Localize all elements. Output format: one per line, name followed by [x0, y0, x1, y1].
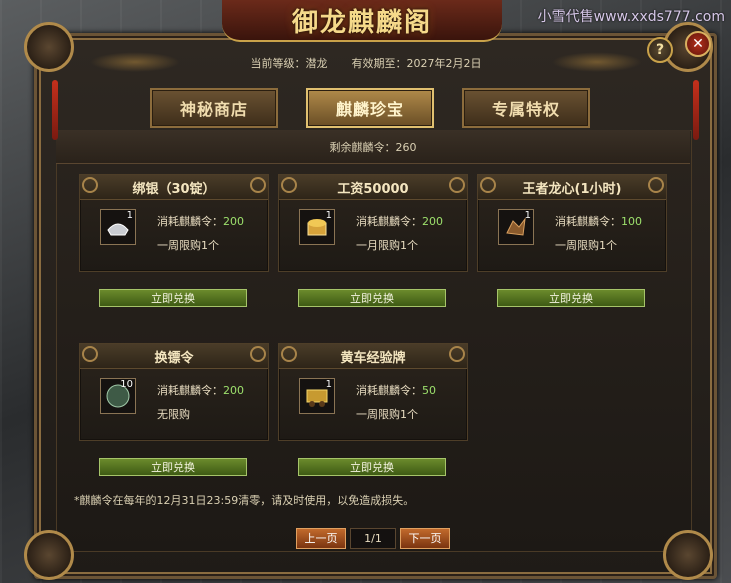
- cost-label: 消耗麒麟令：: [356, 384, 422, 397]
- page-indicator: 1/1: [350, 527, 396, 549]
- item-card: 工资50000 1 消耗麒麟令：200 一月限购1个: [278, 174, 468, 272]
- item-card: 换镖令 10 消耗麒麟令：200 无限购: [79, 343, 269, 441]
- item-limit: 一月限购1个: [356, 239, 418, 252]
- corner-ornament-bl: [24, 530, 74, 580]
- info-deco-right: [552, 52, 642, 72]
- item-cost: 消耗麒麟令：50: [356, 382, 436, 398]
- close-button[interactable]: ✕: [685, 31, 711, 57]
- item-name: 工资50000: [279, 175, 467, 200]
- item-name: 王者龙心(1小时): [478, 175, 666, 200]
- cost-value: 200: [422, 215, 443, 228]
- left-tassel: [52, 80, 58, 140]
- item-quantity: 1: [524, 210, 531, 221]
- item-name: 绑银（30锭）: [80, 175, 268, 200]
- exchange-button[interactable]: 立即兑换: [99, 289, 247, 307]
- dragon-heart-icon[interactable]: 1: [498, 209, 534, 245]
- cost-value: 200: [223, 384, 244, 397]
- corner-ornament-tl: [24, 22, 74, 72]
- escort-token-icon[interactable]: 10: [100, 378, 136, 414]
- tab-bar: 神秘商店 麒麟珍宝 专属特权: [150, 88, 600, 128]
- cost-value: 50: [422, 384, 436, 397]
- cost-value: 200: [223, 215, 244, 228]
- exchange-button[interactable]: 立即兑换: [497, 289, 645, 307]
- item-limit: 无限购: [157, 408, 190, 421]
- item-cost: 消耗麒麟令：200: [157, 382, 244, 398]
- window-title: 御龙麒麟阁: [222, 0, 502, 42]
- tab-mystery-shop[interactable]: 神秘商店: [150, 88, 278, 128]
- reset-notice: *麒麟令在每年的12月31日23:59清零，请及时使用，以免造成损失。: [74, 494, 415, 507]
- tab-exclusive-privilege[interactable]: 专属特权: [462, 88, 590, 128]
- tab-qilin-treasure[interactable]: 麒麟珍宝: [306, 88, 434, 128]
- item-card: 王者龙心(1小时) 1 消耗麒麟令：100 一周限购1个: [477, 174, 667, 272]
- item-card: 黄车经验牌 1 消耗麒麟令：50 一周限购1个: [278, 343, 468, 441]
- corner-ornament-br: [663, 530, 713, 580]
- item-quantity: 1: [126, 210, 133, 221]
- item-limit: 一周限购1个: [356, 408, 418, 421]
- expire-date-text: 有效期至：2027年2月2日: [351, 57, 482, 70]
- prev-page-button[interactable]: 上一页: [296, 527, 346, 549]
- gold-wage-icon[interactable]: 1: [299, 209, 335, 245]
- watermark-text: 小雪代售www.xxds777.com: [537, 9, 725, 25]
- item-quantity: 1: [325, 379, 332, 390]
- item-name: 换镖令: [80, 344, 268, 369]
- info-deco-left: [90, 52, 180, 72]
- info-bar: 当前等级：潜龙 有效期至：2027年2月2日: [60, 50, 672, 76]
- remaining-tokens: 剩余麒麟令：260: [56, 130, 690, 164]
- current-level-text: 当前等级：潜龙: [250, 57, 328, 70]
- item-cost: 消耗麒麟令：200: [157, 213, 244, 229]
- pagination: 上一页 1/1 下一页: [296, 527, 450, 549]
- yellow-cart-exp-icon[interactable]: 1: [299, 378, 335, 414]
- exchange-button[interactable]: 立即兑换: [298, 289, 446, 307]
- cost-label: 消耗麒麟令：: [157, 384, 223, 397]
- item-quantity: 10: [120, 379, 133, 390]
- item-card: 绑银（30锭） 1 消耗麒麟令：200 一周限购1个: [79, 174, 269, 272]
- item-limit: 一周限购1个: [157, 239, 219, 252]
- right-tassel: [693, 80, 699, 140]
- cost-label: 消耗麒麟令：: [555, 215, 621, 228]
- help-button[interactable]: ?: [647, 37, 673, 63]
- exchange-button[interactable]: 立即兑换: [99, 458, 247, 476]
- item-name: 黄车经验牌: [279, 344, 467, 369]
- cost-label: 消耗麒麟令：: [157, 215, 223, 228]
- item-quantity: 1: [325, 210, 332, 221]
- cost-value: 100: [621, 215, 642, 228]
- silver-ingot-icon[interactable]: 1: [100, 209, 136, 245]
- item-cost: 消耗麒麟令：200: [356, 213, 443, 229]
- next-page-button[interactable]: 下一页: [400, 527, 450, 549]
- item-cost: 消耗麒麟令：100: [555, 213, 642, 229]
- item-limit: 一周限购1个: [555, 239, 617, 252]
- exchange-button[interactable]: 立即兑换: [298, 458, 446, 476]
- cost-label: 消耗麒麟令：: [356, 215, 422, 228]
